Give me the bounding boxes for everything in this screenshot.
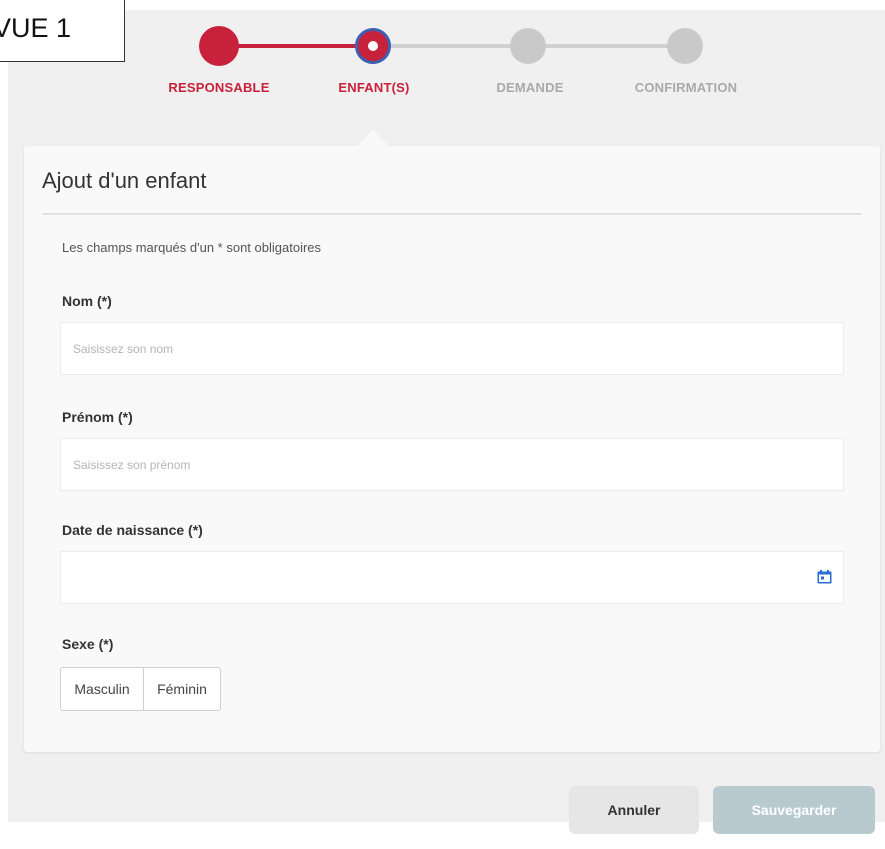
cancel-button[interactable]: Annuler — [569, 786, 699, 834]
date-naissance-input[interactable] — [60, 551, 844, 604]
sexe-option-masculin[interactable]: Masculin — [60, 667, 144, 711]
card-pointer — [357, 130, 389, 146]
stepper-line-1 — [230, 44, 370, 48]
prenom-label: Prénom (*) — [62, 409, 133, 425]
nom-input[interactable] — [60, 322, 844, 375]
sexe-label: Sexe (*) — [62, 636, 114, 652]
required-note: Les champs marqués d'un * sont obligatoi… — [62, 240, 322, 255]
step-label-demande: DEMANDE — [496, 80, 564, 95]
progress-stepper: RESPONSABLE ENFANT(S) DEMANDE CONFIRMATI… — [0, 0, 885, 120]
add-child-card: Ajout d'un enfant Les champs marqués d'u… — [24, 146, 880, 752]
step-dot-confirmation — [667, 28, 703, 64]
sexe-option-feminin[interactable]: Féminin — [143, 667, 221, 711]
nom-label: Nom (*) — [62, 293, 112, 309]
step-label-confirmation: CONFIRMATION — [634, 80, 738, 95]
prenom-input[interactable] — [60, 438, 844, 491]
calendar-icon[interactable] — [817, 570, 832, 584]
stepper-line-2 — [374, 44, 528, 48]
card-title: Ajout d'un enfant — [42, 168, 207, 193]
view-badge: VUE 1 — [0, 0, 125, 62]
title-divider — [42, 213, 862, 215]
current-step-indicator — [368, 41, 378, 51]
date-naissance-label: Date de naissance (*) — [62, 522, 203, 538]
step-dot-demande — [510, 28, 546, 64]
step-dot-responsable — [199, 26, 239, 66]
step-dot-enfants — [355, 28, 391, 64]
step-label-enfants: ENFANT(S) — [338, 80, 410, 95]
stepper-line-3 — [528, 44, 684, 48]
step-label-responsable: RESPONSABLE — [168, 80, 270, 95]
save-button[interactable]: Sauvegarder — [713, 786, 875, 834]
